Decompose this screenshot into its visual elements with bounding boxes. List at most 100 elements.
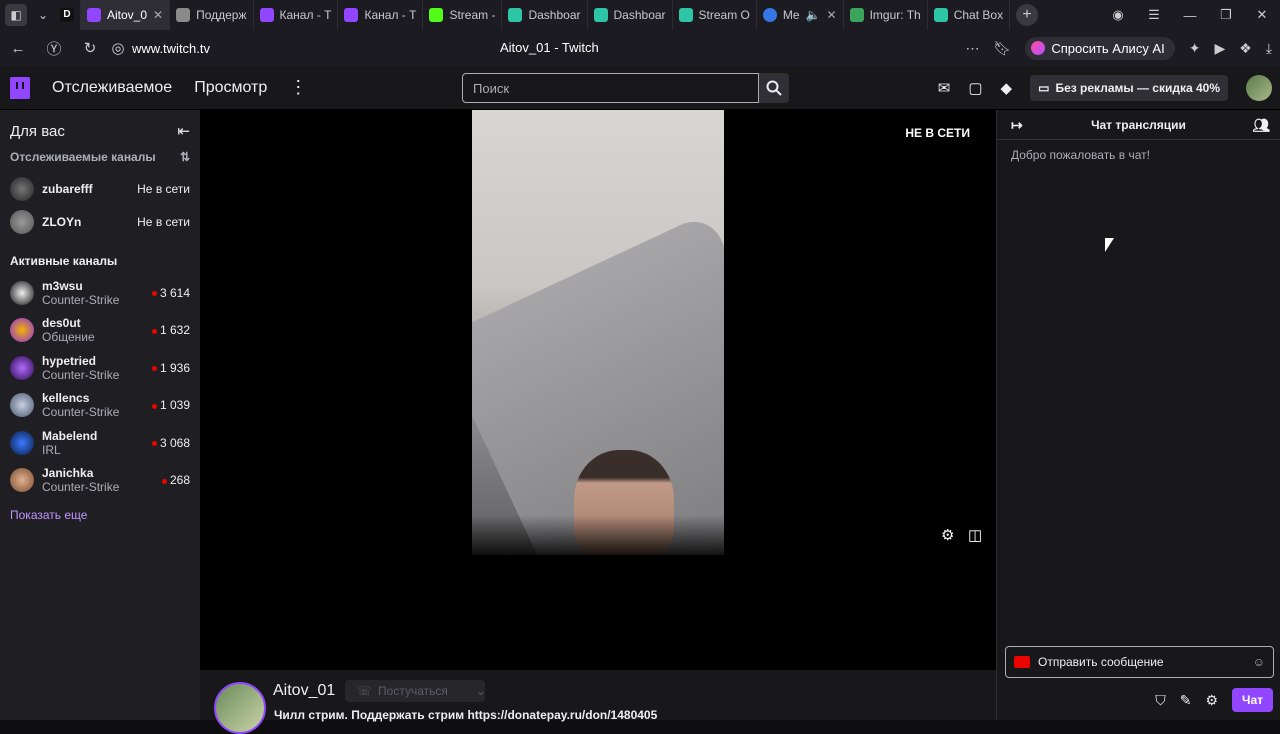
user-avatar[interactable] (1246, 75, 1272, 101)
bookmark-icon[interactable]: 🔖︎ (994, 40, 1012, 57)
tab-twitch-aitov[interactable]: Aitov_0 ✕ (81, 0, 171, 30)
chat-settings-icon[interactable]: ⚙ (1205, 692, 1218, 709)
more-menu-icon[interactable]: ⋮ (289, 77, 307, 98)
collapse-sidebar-icon[interactable]: ⇤ (177, 122, 190, 140)
live-dot-icon (151, 291, 157, 297)
tab-channel-1[interactable]: Канал - Т (254, 0, 339, 30)
viewer-count: 1 039 (159, 398, 190, 413)
reload-icon[interactable]: ↻ (72, 39, 108, 57)
tab-label: Канал - Т (364, 8, 417, 22)
live-dot-icon (151, 328, 157, 334)
whispers-icon[interactable]: ▢ (968, 79, 982, 97)
sidebar-item-m3wsu[interactable]: m3wsu Counter-Strike 3 614 (0, 274, 200, 312)
sidebar-toggle-icon[interactable]: ◧ (5, 4, 27, 26)
url-field[interactable]: www.twitch.tv (132, 41, 210, 56)
sidebar-item-kellencs[interactable]: kellencs Counter-Strike 1 039 (0, 387, 200, 425)
more-options-icon[interactable]: ⋯ (966, 40, 980, 57)
viewer-count: 1 936 (159, 360, 190, 375)
security-icon[interactable]: ◎ (108, 39, 128, 57)
offline-badge: НЕ В СЕТИ (905, 126, 970, 140)
video-icon[interactable]: ▶ (1214, 40, 1225, 57)
knock-icon: ☏ (357, 684, 373, 698)
tab-media[interactable]: Me 🔈 ✕ (757, 0, 844, 30)
sidebar-item-zubarefff[interactable]: zubarefff Не в сети (0, 172, 200, 205)
pinned-tab[interactable]: D (54, 0, 81, 30)
audio-playing-icon[interactable]: 🔈 (806, 8, 821, 22)
sidebar-item-hypetried[interactable]: hypetried Counter-Strike 1 936 (0, 349, 200, 387)
pen-icon[interactable]: ✎ (1180, 692, 1192, 709)
search-input[interactable]: Поиск (462, 73, 759, 103)
mod-shield-icon[interactable]: ⛉ (1155, 692, 1166, 709)
tab-dashboard-1[interactable]: Dashboar (502, 0, 588, 30)
tab-support[interactable]: Поддерж (170, 0, 254, 30)
tab-chat-box[interactable]: Chat Box (928, 0, 1011, 30)
video-player[interactable]: НЕ В СЕТИ ⚙ ◫ (200, 110, 996, 670)
sort-icon[interactable]: ⇅ (180, 150, 190, 164)
page-title: Aitov_01 - Twitch (500, 40, 599, 55)
knock-button[interactable]: ☏ Постучаться ⌄ (345, 680, 486, 702)
tab-kick-stream[interactable]: Stream - (423, 0, 503, 30)
collapse-chat-icon[interactable]: ↦ (1011, 117, 1023, 134)
tab-label: Канал - Т (279, 8, 332, 22)
ask-alice-button[interactable]: Спросить Алису AI (1025, 36, 1175, 60)
support-favicon-icon (176, 8, 191, 22)
show-more-link[interactable]: Показать еще (0, 499, 200, 531)
settings-gear-icon[interactable]: ⚙ (941, 526, 954, 544)
viewer-count: 3 068 (159, 435, 190, 450)
camera-icon[interactable] (1014, 656, 1030, 668)
close-tab-icon[interactable]: ✕ (827, 8, 837, 22)
chat-input[interactable]: Отправить сообщение ☺ (1005, 646, 1274, 678)
inbox-icon[interactable]: ✉ (938, 79, 951, 97)
close-window-icon[interactable]: ✕ (1244, 7, 1280, 23)
twitch-logo-icon[interactable] (10, 76, 30, 99)
emoji-icon[interactable]: ☺ (1253, 655, 1265, 669)
back-icon[interactable]: ← (0, 40, 36, 57)
knock-label: Постучаться (378, 684, 448, 698)
tab-dashboard-2[interactable]: Dashboar (588, 0, 673, 30)
chatbox-favicon-icon (933, 8, 948, 22)
yandex-icon[interactable]: Ⓨ (36, 38, 72, 59)
search-button[interactable] (759, 73, 789, 103)
sidebar-item-des0ut[interactable]: des0ut Общение 1 632 (0, 312, 200, 350)
tab-label: Me (782, 8, 800, 22)
ad-free-icon: ▭ (1038, 81, 1050, 95)
menu-icon[interactable]: ☰ (1136, 7, 1172, 23)
download-icon[interactable]: ⤓ (1266, 40, 1272, 57)
avatar (10, 393, 34, 418)
users-icon[interactable]: 👥︎ (1252, 117, 1270, 134)
browser-tab-bar: ◧ ⌄ D Aitov_0 ✕ Поддерж Канал - Т Канал -… (0, 0, 1280, 30)
nav-following[interactable]: Отслеживаемое (52, 79, 172, 97)
chat-header: ↦ Чат трансляции 👥︎ (997, 110, 1280, 140)
prime-icon[interactable]: ◆ (1001, 79, 1013, 97)
sidebar-item-mabelend[interactable]: Mabelend IRL 3 068 (0, 424, 200, 462)
restore-icon[interactable]: ❐ (1208, 7, 1244, 23)
tabs-dropdown-icon[interactable]: ⌄ (32, 4, 54, 26)
tab-label: Dashboar (613, 8, 666, 22)
video-frame (472, 110, 724, 555)
avatar (10, 280, 34, 305)
tab-label: Поддерж (196, 8, 247, 22)
collections-icon[interactable]: ❖ (1239, 40, 1252, 57)
minimize-icon[interactable]: — (1172, 8, 1208, 23)
channel-avatar[interactable] (214, 682, 266, 734)
profile-icon[interactable]: ◉ (1100, 7, 1136, 23)
active-channels-header: Активные каналы (10, 254, 118, 268)
tab-stream-o[interactable]: Stream O (673, 0, 757, 30)
tab-label: Dashboar (528, 8, 581, 22)
tab-channel-2[interactable]: Канал - Т (338, 0, 424, 30)
channel-info: Aitov_01 ☏ Постучаться ⌄ Чилл стрим. Подде… (200, 670, 996, 734)
tab-imgur[interactable]: Imgur: Th (844, 0, 928, 30)
stream-favicon-icon (678, 8, 693, 22)
ad-free-promo-button[interactable]: ▭ Без рекламы — скидка 40% (1030, 75, 1228, 101)
avatar (10, 209, 34, 234)
new-tab-button[interactable]: + (1016, 4, 1039, 26)
channel-name[interactable]: Aitov_01 (273, 682, 335, 700)
theatre-mode-icon[interactable]: ◫ (968, 526, 982, 544)
sidebar-item-zloyn[interactable]: ZLOYn Не в сети (0, 205, 200, 238)
media-favicon-icon (762, 8, 777, 22)
chat-send-button[interactable]: Чат (1232, 688, 1273, 712)
close-tab-icon[interactable]: ✕ (153, 8, 163, 22)
sidebar-item-janichka[interactable]: Janichka Counter-Strike 268 (0, 462, 200, 500)
nav-browse[interactable]: Просмотр (194, 79, 267, 97)
extensions-icon[interactable]: ✦ (1189, 40, 1201, 57)
